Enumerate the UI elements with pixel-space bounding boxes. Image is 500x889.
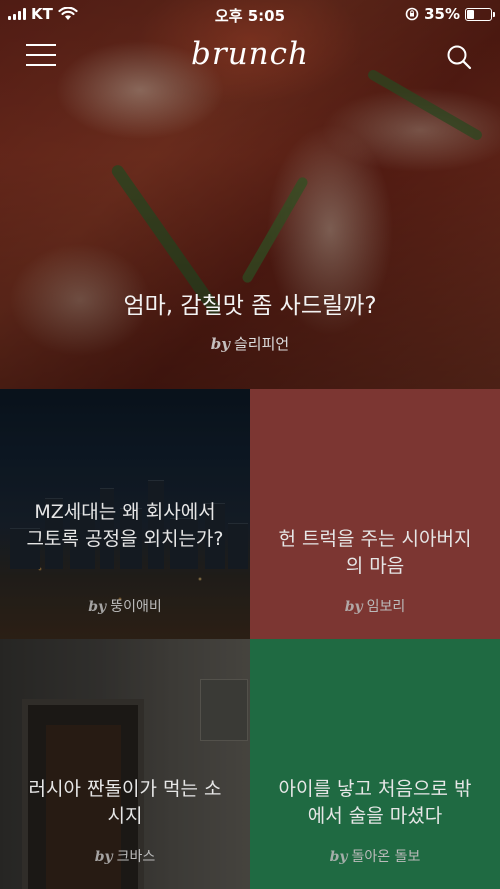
card-title: 아이를 낳고 처음으로 밖에서 술을 마셨다: [278, 778, 472, 827]
card-author: by 임보리: [344, 599, 406, 615]
clock: 오후 5:05: [214, 7, 286, 25]
status-bar: KT 오후 5:05 35%: [0, 0, 500, 28]
hero-author: by 슬리피언: [0, 333, 500, 354]
app-header: brunch: [0, 28, 500, 84]
article-card-3[interactable]: 러시아 짠돌이가 먹는 소시지 by 크바스: [0, 639, 250, 889]
battery-icon: [465, 7, 495, 21]
brunch-logo[interactable]: brunch: [0, 36, 500, 72]
article-card-2[interactable]: 헌 트럭을 주는 시아버지의 마음 by 임보리: [250, 389, 500, 639]
article-card-1[interactable]: MZ세대는 왜 회사에서 그토록 공정을 외치는가? by 뚱이애비: [0, 389, 250, 639]
card-author: by 크바스: [94, 849, 156, 865]
card-author: by 돌아온 돌보: [329, 849, 421, 865]
article-card-4[interactable]: 아이를 낳고 처음으로 밖에서 술을 마셨다 by 돌아온 돌보: [250, 639, 500, 889]
card-title: MZ세대는 왜 회사에서 그토록 공정을 외치는가?: [26, 501, 224, 550]
hero-author-name: 슬리피언: [234, 335, 290, 353]
hero-title[interactable]: 엄마, 감칠맛 좀 사드릴까?: [0, 286, 500, 320]
brunch-home-screen: 엄마, 감칠맛 좀 사드릴까? by 슬리피언 KT 오후 5:05 35% b…: [0, 0, 500, 889]
card-title: 러시아 짠돌이가 먹는 소시지: [28, 778, 222, 827]
by-label: by: [210, 335, 230, 353]
card-title: 헌 트럭을 주는 시아버지의 마음: [278, 528, 472, 577]
search-icon[interactable]: [446, 44, 472, 70]
card-author: by 뚱이애비: [88, 599, 162, 615]
